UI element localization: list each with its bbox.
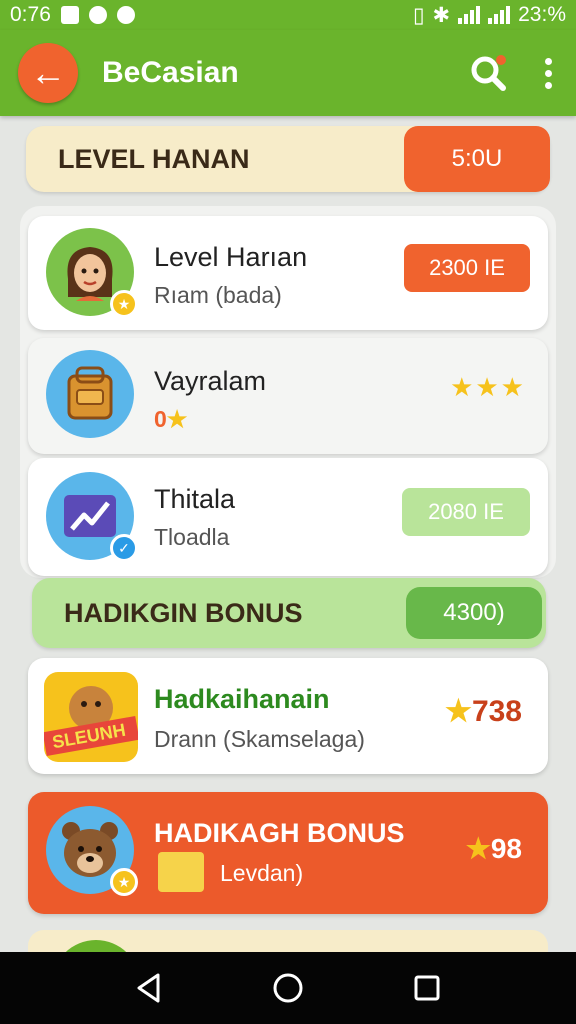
bonus-item-score: ★738 bbox=[445, 694, 522, 729]
bonus-item-subtitle: Drann (Skamselaga) bbox=[154, 726, 365, 752]
search-button[interactable] bbox=[466, 51, 510, 95]
item-title: Thitala bbox=[154, 484, 236, 514]
nav-recents-icon[interactable] bbox=[412, 973, 442, 1003]
notification-dot bbox=[496, 55, 506, 65]
system-navigation-bar bbox=[0, 952, 576, 1024]
item-title: Level Harıan bbox=[154, 242, 308, 272]
sticker-icon: SLEUNH bbox=[44, 672, 138, 762]
signal-icon bbox=[458, 6, 481, 24]
chat-notification-icon bbox=[88, 6, 107, 24]
list-item[interactable]: Vayralam 0★ ★★★ bbox=[28, 338, 548, 454]
status-time: 0:76 bbox=[10, 3, 51, 26]
item-subtitle: Tloadla bbox=[154, 524, 230, 550]
bonus-section-header[interactable]: HADIKGIN BONUS 4300) bbox=[32, 578, 546, 648]
bonus-item-title: HADIKAGH BONUS bbox=[154, 818, 405, 848]
signal-2-icon bbox=[488, 6, 511, 24]
bonus-item-title: Hadkaihanain bbox=[154, 684, 330, 714]
bonus-list-item[interactable]: SLEUNH Hadkaihanain Drann (Skamselaga) ★… bbox=[28, 658, 548, 774]
star-icon: ★ bbox=[465, 833, 491, 864]
trend-chart-icon: ✓ bbox=[46, 472, 138, 562]
rating-stars: ★★★ bbox=[450, 372, 526, 402]
item-value-pill[interactable]: 2300 IE bbox=[404, 244, 530, 292]
list-item[interactable]: ★ Level Harıan Rıam (bada) 2300 IE bbox=[28, 216, 548, 330]
arrow-left-icon: ← bbox=[30, 52, 66, 93]
status-bar: 0:76 ▯ ✱ 23:% bbox=[0, 0, 576, 30]
item-subtitle: Rıam (bada) bbox=[154, 282, 282, 308]
bonus-section-title: HADIKGIN BONUS bbox=[64, 597, 303, 628]
level-section-value: 5:0U bbox=[404, 126, 550, 192]
ticket-icon bbox=[158, 852, 204, 892]
item-subtitle: 0★ bbox=[154, 406, 187, 433]
bonus-list-item-highlighted[interactable]: ★ HADIKAGH BONUS Levdan) ★98 bbox=[28, 792, 548, 914]
list-item[interactable]: ✓ Thitala Tloadla 2080 IE bbox=[28, 458, 548, 576]
app-bar: ← BeCasian bbox=[0, 30, 576, 116]
battery-level: 23:% bbox=[518, 3, 566, 26]
bonus-item-score-value: 98 bbox=[490, 833, 522, 864]
item-title: Vayralam bbox=[154, 366, 267, 396]
more-options-button[interactable] bbox=[538, 51, 558, 95]
level-section-header[interactable]: LEVEL HANAN 5:0U bbox=[26, 126, 550, 192]
backpack-icon bbox=[46, 350, 134, 438]
bonus-item-score: ★98 bbox=[466, 832, 522, 865]
check-badge-icon: ✓ bbox=[110, 534, 138, 562]
star-badge-icon: ★ bbox=[110, 290, 138, 318]
back-button[interactable]: ← bbox=[18, 43, 78, 103]
bonus-section-value: 4300) bbox=[406, 587, 542, 639]
bluetooth-icon: ✱ bbox=[432, 3, 451, 27]
gallery-notification-icon bbox=[60, 6, 79, 24]
nav-back-icon[interactable] bbox=[134, 972, 164, 1004]
nav-home-icon[interactable] bbox=[271, 971, 305, 1005]
item-value-pill[interactable]: 2080 IE bbox=[402, 488, 530, 536]
bonus-item-score-value: 738 bbox=[471, 695, 522, 728]
avatar-girl-icon: ★ bbox=[46, 228, 138, 318]
level-section-title: LEVEL HANAN bbox=[58, 143, 250, 174]
item-subtitle-value: 0 bbox=[154, 406, 167, 432]
vibrate-icon: ▯ bbox=[412, 3, 425, 27]
star-icon: ★ bbox=[166, 406, 188, 432]
bear-avatar-icon: ★ bbox=[46, 806, 138, 896]
star-icon: ★ bbox=[445, 695, 472, 728]
star-badge-icon: ★ bbox=[110, 868, 138, 896]
bonus-item-subtitle: Levdan) bbox=[220, 860, 304, 886]
app-notification-icon bbox=[116, 6, 135, 24]
app-title: BeCasian bbox=[102, 56, 239, 89]
